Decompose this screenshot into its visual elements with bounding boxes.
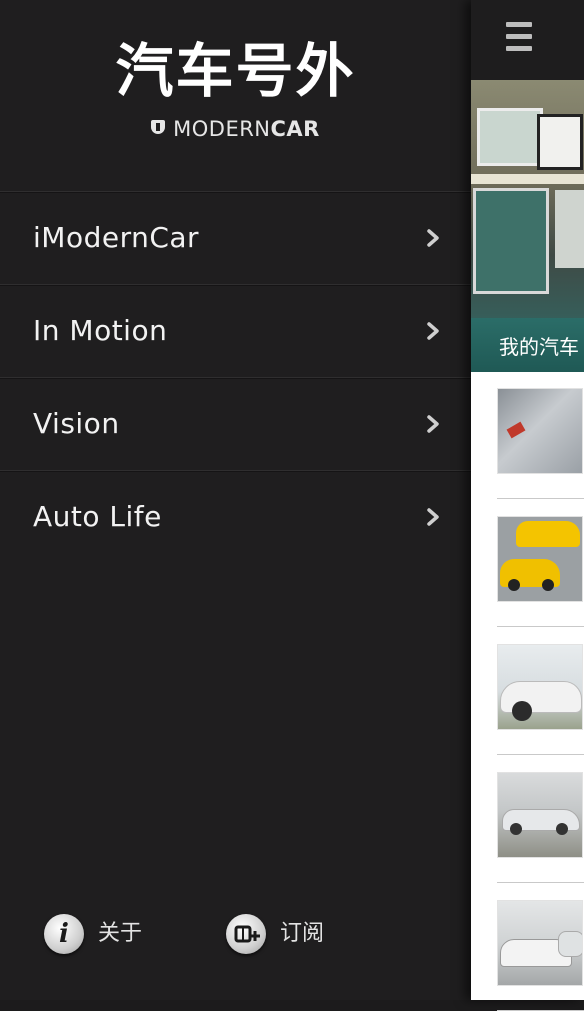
about-label: 关于 — [98, 921, 143, 946]
subscribe-button[interactable]: 订阅 — [226, 914, 346, 956]
article-thumbnail — [497, 388, 583, 474]
featured-caption: 我的汽车 — [499, 335, 579, 359]
chevron-right-icon — [427, 229, 439, 247]
menu-item-vision[interactable]: Vision — [0, 377, 471, 470]
chevron-right-icon — [427, 415, 439, 433]
list-item[interactable] — [497, 500, 584, 627]
subscribe-label: 订阅 — [280, 921, 325, 946]
brand-name-en: MODERNCAR — [0, 114, 471, 144]
menu-item-in-motion[interactable]: In Motion — [0, 284, 471, 377]
main-panel: 我的汽车 — [471, 0, 584, 1011]
menu-item-label: In Motion — [33, 314, 168, 347]
menu-item-label: Auto Life — [33, 500, 162, 533]
featured-article[interactable]: 我的汽车 — [471, 80, 584, 372]
article-thumbnail — [497, 772, 583, 858]
article-thumbnail — [497, 644, 583, 730]
brand-name-en-bold: CAR — [270, 117, 320, 141]
article-thumbnail — [497, 900, 583, 986]
list-item[interactable] — [497, 884, 584, 1011]
brand-name-en-light: MODERN — [173, 117, 271, 141]
drawer-footer: i 关于 订阅 — [0, 906, 471, 966]
chevron-right-icon — [427, 508, 439, 526]
menu-item-auto-life[interactable]: Auto Life — [0, 470, 471, 563]
article-thumbnail — [497, 516, 583, 602]
featured-image — [477, 108, 543, 166]
info-icon: i — [44, 914, 84, 954]
list-item[interactable] — [497, 756, 584, 883]
brand-logo: 汽车号外 MODERNCAR — [0, 0, 471, 192]
drawer-menu: iModernCar In Motion Vision Auto Life — [0, 191, 471, 563]
top-bar — [471, 0, 584, 80]
list-item[interactable] — [497, 372, 584, 499]
about-button[interactable]: i 关于 — [44, 914, 164, 956]
subscribe-icon — [226, 914, 266, 954]
brand-name-cn: 汽车号外 — [115, 37, 356, 105]
menu-item-label: Vision — [33, 407, 120, 440]
menu-item-imoderncar[interactable]: iModernCar — [0, 191, 471, 284]
side-drawer: 汽车号外 MODERNCAR iModernCar In Motion Visi… — [0, 0, 471, 1000]
chevron-right-icon — [427, 322, 439, 340]
brand-mark-icon — [151, 120, 166, 138]
list-item[interactable] — [497, 628, 584, 755]
hamburger-menu-icon[interactable] — [506, 22, 532, 52]
menu-item-label: iModernCar — [33, 221, 200, 254]
